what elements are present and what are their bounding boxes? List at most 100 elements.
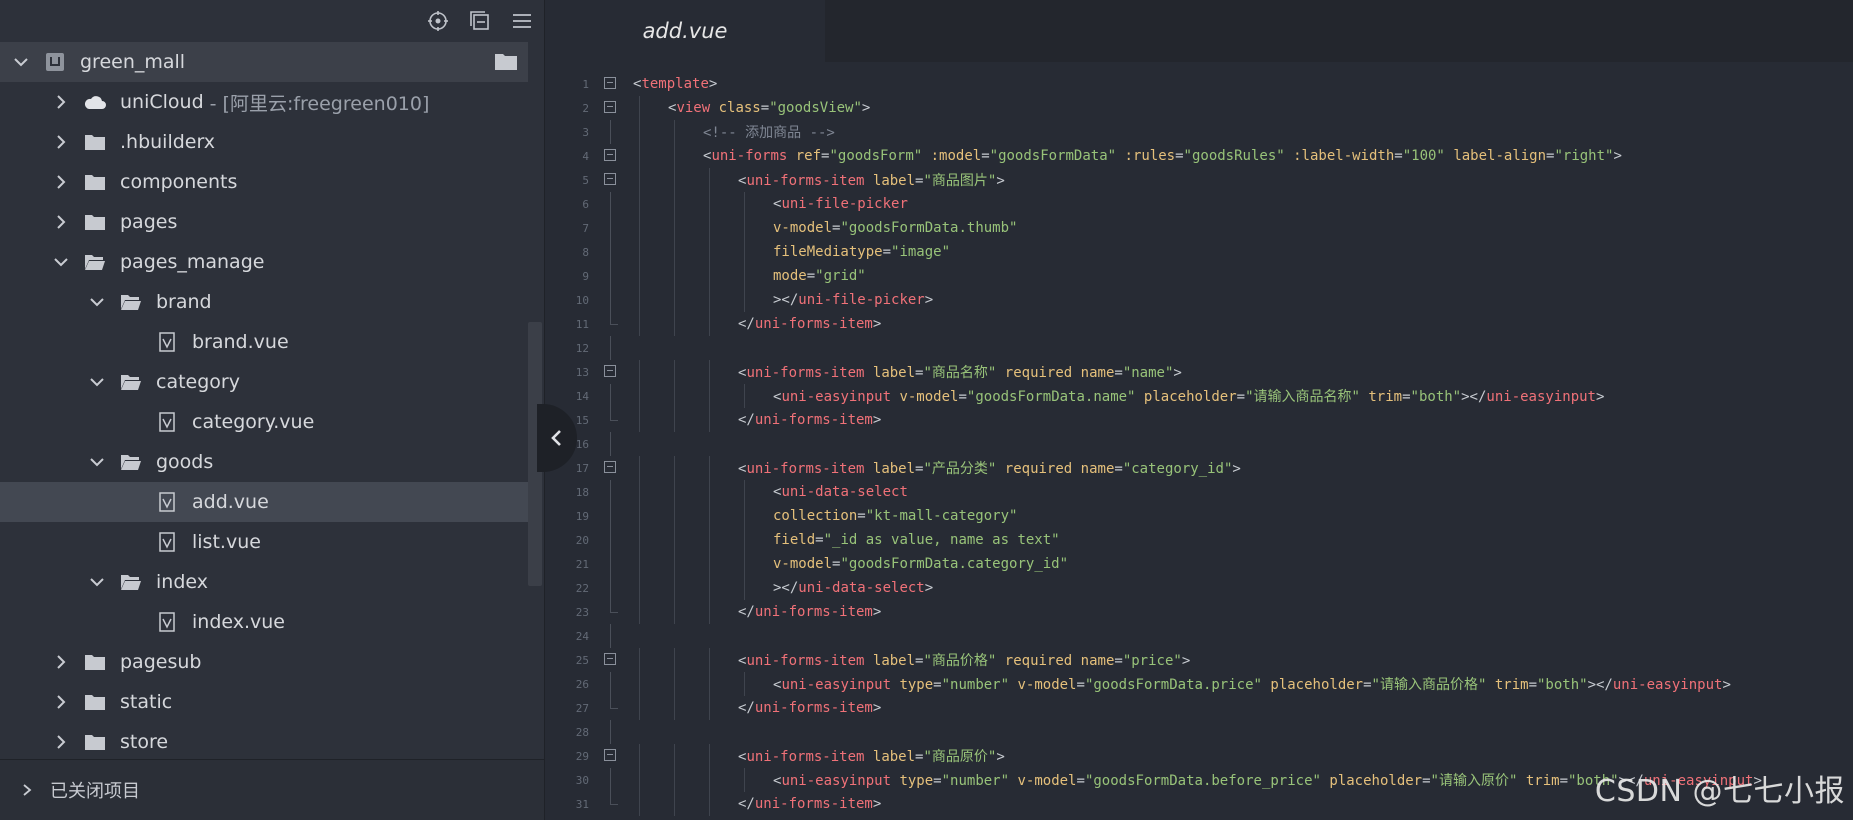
- code-line[interactable]: 22 ></uni-data-select>: [545, 576, 1853, 600]
- folder-item[interactable]: uniCloud - [阿里云:freegreen010]: [0, 82, 528, 122]
- chevron-down-icon[interactable]: [86, 571, 108, 593]
- file-item[interactable]: index.vue: [0, 602, 528, 642]
- file-item[interactable]: list.vue: [0, 522, 528, 562]
- fold-icon[interactable]: [604, 77, 616, 89]
- menu-icon[interactable]: [508, 7, 536, 35]
- folder-item[interactable]: pages_manage: [0, 242, 528, 282]
- code-line[interactable]: 21 v-model="goodsFormData.category_id": [545, 552, 1853, 576]
- chevron-right-icon[interactable]: [50, 691, 72, 713]
- tab-add-vue[interactable]: add.vue: [545, 0, 825, 62]
- chevron-right-icon[interactable]: [50, 91, 72, 113]
- code-line[interactable]: 5 <uni-forms-item label="商品图片">: [545, 168, 1853, 192]
- fold-icon[interactable]: [604, 101, 616, 113]
- code-line[interactable]: 19 collection="kt-mall-category": [545, 504, 1853, 528]
- fold-icon[interactable]: [604, 173, 616, 185]
- code-line[interactable]: 13 <uni-forms-item label="商品名称" required …: [545, 360, 1853, 384]
- fold-icon[interactable]: [604, 749, 616, 761]
- fold-icon[interactable]: [604, 365, 616, 377]
- collapse-all-icon[interactable]: [466, 7, 494, 35]
- code-line[interactable]: 26 <uni-easyinput type="number" v-model="…: [545, 672, 1853, 696]
- code-token: uni-forms: [711, 148, 788, 164]
- code-line[interactable]: 15 </uni-forms-item>: [545, 408, 1853, 432]
- code-line[interactable]: 10 ></uni-file-picker>: [545, 288, 1853, 312]
- indent-guide: [674, 528, 675, 552]
- closed-projects-bar[interactable]: 已关闭项目: [0, 759, 544, 820]
- folder-item[interactable]: goods: [0, 442, 528, 482]
- code-line[interactable]: 27 </uni-forms-item>: [545, 696, 1853, 720]
- fold-guide: [610, 264, 611, 288]
- code-token: </: [738, 796, 755, 812]
- code-line[interactable]: 25 <uni-forms-item label="商品价格" required …: [545, 648, 1853, 672]
- folder-item[interactable]: index: [0, 562, 528, 602]
- folder-item[interactable]: brand: [0, 282, 528, 322]
- code-line[interactable]: 14 <uni-easyinput v-model="goodsFormData.…: [545, 384, 1853, 408]
- code-line[interactable]: 17 <uni-forms-item label="产品分类" required …: [545, 456, 1853, 480]
- fold-gutter[interactable]: [589, 648, 629, 672]
- chevron-down-icon[interactable]: [10, 51, 32, 73]
- chevron-down-icon[interactable]: [86, 291, 108, 313]
- file-item[interactable]: brand.vue: [0, 322, 528, 362]
- code-line[interactable]: 3 <!-- 添加商品 -->: [545, 120, 1853, 144]
- fold-icon[interactable]: [604, 653, 616, 665]
- code-line[interactable]: 2 <view class="goodsView">: [545, 96, 1853, 120]
- code-line[interactable]: 6 <uni-file-picker: [545, 192, 1853, 216]
- code-line[interactable]: 12: [545, 336, 1853, 360]
- code-line[interactable]: 16: [545, 432, 1853, 456]
- fold-gutter[interactable]: [589, 144, 629, 168]
- folder-item[interactable]: pages: [0, 202, 528, 242]
- code-line[interactable]: 9 mode="grid": [545, 264, 1853, 288]
- file-item[interactable]: add.vue: [0, 482, 528, 522]
- code-area[interactable]: 1 <template> 2 <view class="goodsView"> 3 <!-…: [545, 72, 1853, 816]
- code-line[interactable]: 1 <template>: [545, 72, 1853, 96]
- chevron-right-icon[interactable]: [50, 171, 72, 193]
- code-token: "商品原价": [923, 749, 997, 765]
- code-line[interactable]: 29 <uni-forms-item label="商品原价">: [545, 744, 1853, 768]
- fold-gutter: [589, 480, 629, 504]
- code-line[interactable]: 7 v-model="goodsFormData.thumb": [545, 216, 1853, 240]
- code-line[interactable]: 4 <uni-forms ref="goodsForm" :model="good…: [545, 144, 1853, 168]
- folder-item[interactable]: pagesub: [0, 642, 528, 682]
- chevron-right-icon[interactable]: [50, 131, 72, 153]
- code-token: ></: [1587, 677, 1613, 693]
- code-line[interactable]: 8 fileMediatype="image": [545, 240, 1853, 264]
- code-token: v-model: [1017, 773, 1077, 789]
- code-token: "goodsFormData.price": [1084, 677, 1262, 693]
- fold-gutter[interactable]: [589, 168, 629, 192]
- code-editor[interactable]: add.vue 1 <template> 2 <view class="goodsVi…: [545, 0, 1853, 820]
- file-item[interactable]: category.vue: [0, 402, 528, 442]
- chevron-right-icon[interactable]: [50, 651, 72, 673]
- folder-item[interactable]: components: [0, 162, 528, 202]
- folder-item[interactable]: category: [0, 362, 528, 402]
- code-line[interactable]: 18 <uni-data-select: [545, 480, 1853, 504]
- chevron-down-icon[interactable]: [50, 251, 72, 273]
- locate-icon[interactable]: [424, 7, 452, 35]
- fold-gutter[interactable]: [589, 360, 629, 384]
- chevron-down-icon[interactable]: [86, 451, 108, 473]
- project-root[interactable]: green_mall: [0, 42, 528, 82]
- fold-gutter[interactable]: [589, 744, 629, 768]
- code-line[interactable]: 11 </uni-forms-item>: [545, 312, 1853, 336]
- code-line[interactable]: 23 </uni-forms-item>: [545, 600, 1853, 624]
- fold-icon[interactable]: [604, 149, 616, 161]
- indent-guide: [674, 768, 675, 792]
- fold-gutter[interactable]: [589, 96, 629, 120]
- fold-icon[interactable]: [604, 461, 616, 473]
- chevron-right-icon[interactable]: [50, 731, 72, 753]
- fold-guide: [610, 240, 611, 264]
- code-line[interactable]: 20 field="_id as value, name as text": [545, 528, 1853, 552]
- code-token: =: [933, 677, 942, 693]
- fold-gutter[interactable]: [589, 456, 629, 480]
- fold-gutter: [589, 552, 629, 576]
- code-token: "产品分类": [923, 461, 997, 477]
- folder-item[interactable]: store: [0, 722, 528, 762]
- indent-guide: [744, 528, 745, 552]
- folder-item[interactable]: .hbuilderx: [0, 122, 528, 162]
- indent-guide: [639, 144, 640, 168]
- code-line[interactable]: 24: [545, 624, 1853, 648]
- chevron-down-icon[interactable]: [86, 371, 108, 393]
- chevron-right-icon[interactable]: [50, 211, 72, 233]
- code-line[interactable]: 28: [545, 720, 1853, 744]
- code-token: =: [1559, 773, 1568, 789]
- folder-item[interactable]: static: [0, 682, 528, 722]
- fold-gutter[interactable]: [589, 72, 629, 96]
